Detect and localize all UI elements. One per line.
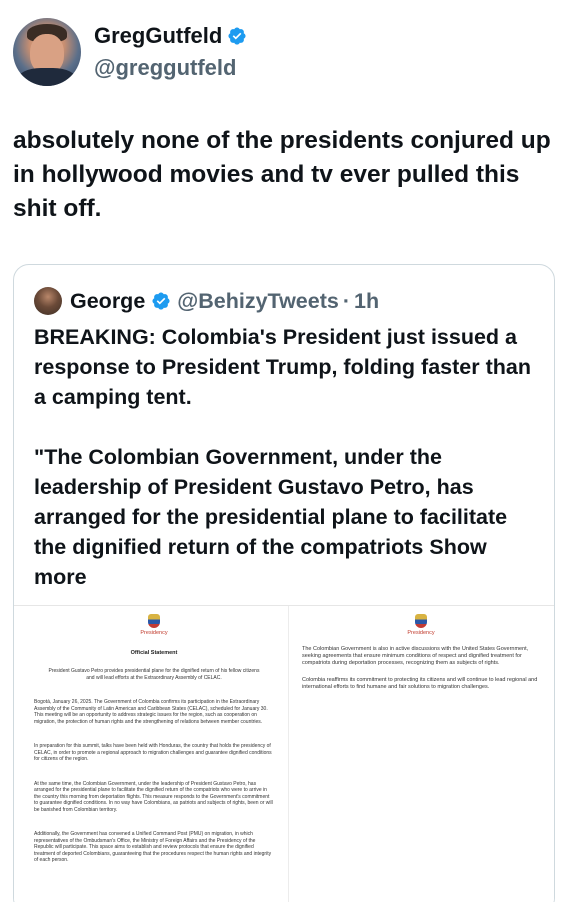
- author-handle[interactable]: @greggutfeld: [94, 55, 247, 81]
- author-display-name[interactable]: GregGutfeld: [94, 23, 222, 49]
- statement-paragraph: At the same time, the Colombian Governme…: [34, 780, 273, 813]
- avatar-suit: [17, 68, 77, 86]
- quoted-verified-badge-icon: [152, 292, 170, 310]
- quoted-paragraph-2: "The Colombian Government, under the lea…: [34, 442, 534, 592]
- statement-title: Official Statement: [130, 650, 178, 656]
- quoted-author-name[interactable]: George: [70, 289, 145, 314]
- verified-badge-icon: [228, 27, 246, 45]
- author-name-row: GregGutfeld: [94, 23, 247, 49]
- statement-paragraph: In preparation for this summit, talks ha…: [34, 743, 272, 762]
- quoted-paragraph-1: BREAKING: Colombia's President just issu…: [34, 325, 531, 409]
- statement-paragraph: Bogotá, January 26, 2025. The Government…: [34, 699, 268, 725]
- colombia-crest-icon: [148, 614, 160, 628]
- colombia-crest-icon: [415, 614, 427, 628]
- quoted-tweet-header: George @BehizyTweets · 1h: [34, 287, 379, 315]
- statement-paragraph: Colombia reaffirms its commitment to pro…: [302, 677, 538, 690]
- author-names: GregGutfeld @greggutfeld: [94, 23, 247, 81]
- statement-paragraph: The Colombian Government is also in acti…: [302, 646, 529, 666]
- statement-presidency-label: Presidency: [407, 630, 435, 636]
- quoted-author-handle[interactable]: @BehizyTweets: [177, 289, 339, 314]
- statement-presidency-label: Presidency: [140, 630, 168, 636]
- quoted-author-avatar[interactable]: [34, 287, 62, 315]
- quoted-tweet[interactable]: George @BehizyTweets · 1h BREAKING: Colo…: [13, 264, 555, 902]
- tweet-text: absolutely none of the presidents conjur…: [13, 127, 551, 222]
- attached-statement-image[interactable]: Presidency Official Statement President …: [14, 605, 554, 902]
- statement-page-2: Presidency The Colombian Government is a…: [292, 606, 550, 902]
- quoted-timestamp[interactable]: 1h: [354, 289, 379, 314]
- quoted-tweet-body: BREAKING: Colombia's President just issu…: [34, 322, 534, 592]
- quoted-separator: ·: [342, 288, 351, 313]
- page-divider: [288, 606, 289, 902]
- statement-paragraph: Additionally, the Government has convene…: [34, 831, 272, 863]
- tweet-header: GregGutfeld @greggutfeld: [13, 14, 247, 90]
- statement-page-1: Presidency Official Statement President …: [22, 606, 286, 902]
- author-avatar[interactable]: [13, 18, 81, 86]
- statement-subtitle: President Gustavo Petro provides preside…: [48, 668, 260, 681]
